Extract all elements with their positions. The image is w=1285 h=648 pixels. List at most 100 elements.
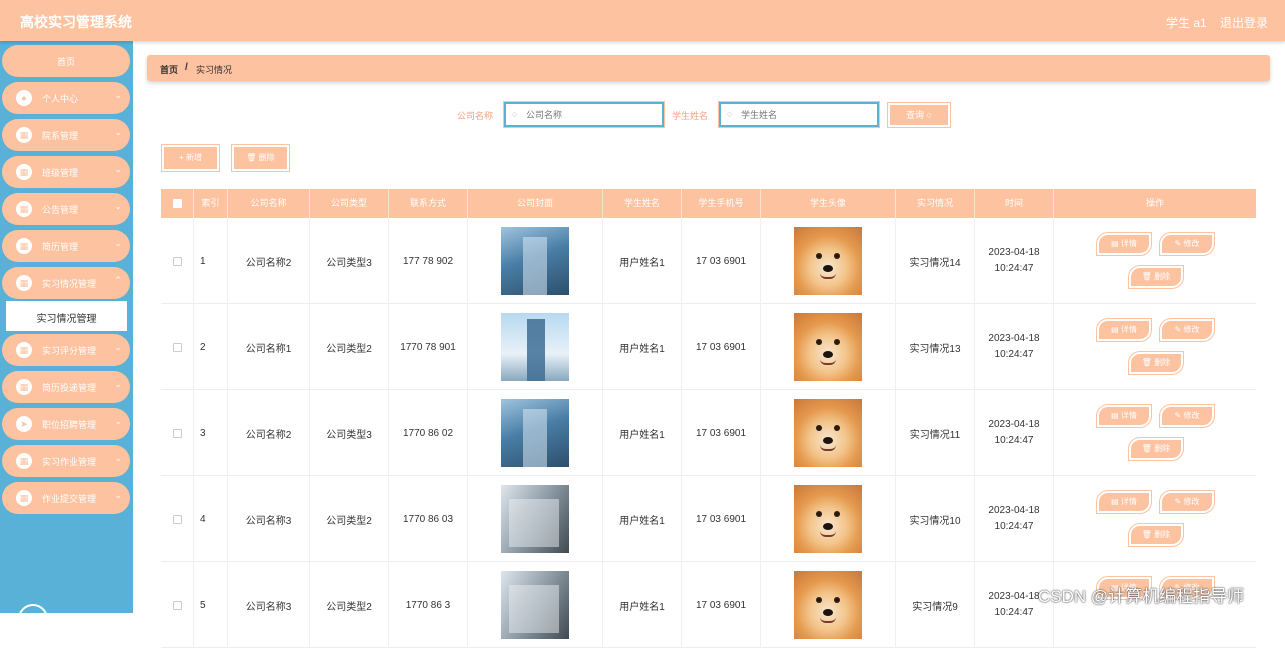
delete-button[interactable]: 🗑 删除 — [1128, 523, 1184, 547]
company-cover-image — [501, 571, 569, 639]
sidebar-item-label: 首页 — [56, 57, 75, 67]
time-cell: 2023-04-18 10:24:47 — [975, 304, 1054, 390]
student-cell: 用户姓名1 — [603, 390, 682, 476]
edit-button[interactable]: ✎ 修改 — [1159, 232, 1215, 256]
app-title: 高校实习管理系统 — [20, 14, 132, 30]
detail-button[interactable]: ▤ 详情 — [1096, 318, 1152, 342]
sidebar-item-label: 职位招聘管理 — [42, 420, 97, 430]
user-label: 学生 a1 — [1166, 16, 1207, 30]
detail-button[interactable]: ▤ 详情 — [1096, 232, 1152, 256]
sidebar: 首页 ● 个人中心 ⌄ ▦ 院系管理 ⌄ ▦ 班级管理 ⌄ ▦ 公告管理 ⌄ ▦… — [0, 41, 133, 634]
detail-button[interactable]: ▤ 详情 — [1096, 404, 1152, 428]
sidebar-item-resume[interactable]: ▦ 简历管理 ⌄ — [2, 230, 130, 262]
row-checkbox[interactable] — [172, 428, 182, 438]
row-checkbox[interactable] — [172, 514, 182, 524]
index-cell: 5 — [194, 562, 228, 648]
breadcrumb-home[interactable]: 首页 — [160, 63, 178, 76]
student-search-input[interactable] — [741, 107, 871, 123]
type-cell: 公司类型3 — [310, 218, 389, 304]
delete-button[interactable]: 🗑 删除 — [1128, 265, 1184, 289]
select-all-checkbox[interactable] — [173, 199, 182, 208]
index-cell: 4 — [194, 476, 228, 562]
chevron-down-icon: ⌄ — [114, 201, 122, 211]
avatar-cell — [761, 390, 896, 476]
company-cell: 公司名称2 — [228, 390, 310, 476]
sidebar-item-homework-submission[interactable]: ▦ 作业提交管理 ⌄ — [2, 482, 130, 514]
sidebar-item-label: 实习评分管理 — [42, 346, 97, 356]
chevron-down-icon: ⌄ — [114, 164, 122, 174]
chevron-down-icon: ⌄ — [114, 238, 122, 248]
sidebar-item-department[interactable]: ▦ 院系管理 ⌄ — [2, 119, 130, 151]
sidebar-item-label: 简历投递管理 — [42, 383, 97, 393]
sidebar-item-personal-center[interactable]: ● 个人中心 ⌄ — [2, 82, 130, 114]
header-select-all-cell — [161, 189, 194, 218]
sidebar-item-class[interactable]: ▦ 班级管理 ⌄ — [2, 156, 130, 188]
column-header: 索引 — [194, 189, 228, 218]
avatar-cell — [761, 476, 896, 562]
delete-button[interactable]: 🗑 删除 — [1128, 437, 1184, 461]
actions-cell: ▤ 详情 ✎ 修改 🗑 删除 — [1054, 476, 1256, 562]
company-cover-image — [501, 313, 569, 381]
grid-icon: ▦ — [16, 127, 32, 143]
row-select-cell — [161, 476, 194, 562]
grid-icon: ▦ — [16, 238, 32, 254]
contact-cell: 177 78 902 — [389, 218, 468, 304]
watermark: CSDN @计算机编程指导师 — [1038, 587, 1245, 606]
row-select-cell — [161, 218, 194, 304]
breadcrumb-separator: / — [185, 62, 188, 73]
table-row: 2 公司名称1 公司类型2 1770 78 901 用户姓名1 17 03 69… — [161, 304, 1256, 390]
student-cell: 用户姓名1 — [603, 304, 682, 390]
sidebar-item-label: 作业提交管理 — [42, 494, 97, 504]
circle-icon — [18, 604, 48, 634]
logout-link[interactable]: 退出登录 — [1220, 14, 1268, 31]
student-avatar — [794, 571, 862, 639]
row-select-cell — [161, 562, 194, 648]
sidebar-item-internship-status[interactable]: ▦ 实习情况管理 ⌃ — [2, 267, 130, 299]
edit-button[interactable]: ✎ 修改 — [1159, 404, 1215, 428]
avatar-cell — [761, 304, 896, 390]
status-cell: 实习情况13 — [896, 304, 975, 390]
sidebar-item-internship-homework[interactable]: ▦ 实习作业管理 ⌄ — [2, 445, 130, 477]
type-cell: 公司类型2 — [310, 304, 389, 390]
edit-button[interactable]: ✎ 修改 — [1159, 490, 1215, 514]
top-bar: 高校实习管理系统 学生 a1 退出登录 — [0, 0, 1285, 41]
column-header: 学生头像 — [761, 189, 896, 218]
user-icon: ● — [16, 90, 32, 106]
grid-icon: ▦ — [16, 490, 32, 506]
chevron-down-icon: ⌄ — [114, 90, 122, 100]
detail-button[interactable]: ▤ 详情 — [1096, 490, 1152, 514]
row-checkbox[interactable] — [172, 256, 182, 266]
chevron-down-icon: ⌄ — [114, 342, 122, 352]
contact-cell: 1770 78 901 — [389, 304, 468, 390]
add-button[interactable]: + 新增 — [161, 144, 220, 172]
sidebar-item-resume-delivery[interactable]: ▦ 简历投递管理 ⌄ — [2, 371, 130, 403]
column-header: 学生手机号 — [682, 189, 761, 218]
row-checkbox[interactable] — [172, 600, 182, 610]
grid-icon: ▦ — [16, 201, 32, 217]
edit-button[interactable]: ✎ 修改 — [1159, 318, 1215, 342]
sidebar-item-home[interactable]: 首页 — [2, 45, 130, 77]
query-button[interactable]: 查询 ○ — [887, 102, 951, 128]
avatar-cell — [761, 562, 896, 648]
submenu-item-label: 实习情况管理 — [36, 314, 97, 325]
table-row: 4 公司名称3 公司类型2 1770 86 03 用户姓名1 17 03 690… — [161, 476, 1256, 562]
batch-delete-button[interactable]: 🗑 删除 — [231, 144, 290, 172]
delete-button[interactable]: 🗑 删除 — [1128, 351, 1184, 375]
row-select-cell — [161, 304, 194, 390]
student-cell: 用户姓名1 — [603, 218, 682, 304]
sidebar-item-label: 公告管理 — [42, 205, 79, 215]
company-cell: 公司名称3 — [228, 562, 310, 648]
submenu-item-internship-status[interactable]: 实习情况管理 — [6, 301, 127, 331]
avatar-cell — [761, 218, 896, 304]
status-cell: 实习情况11 — [896, 390, 975, 476]
student-avatar — [794, 485, 862, 553]
sidebar-item-internship-score[interactable]: ▦ 实习评分管理 ⌄ — [2, 334, 130, 366]
index-cell: 2 — [194, 304, 228, 390]
company-cell: 公司名称2 — [228, 218, 310, 304]
company-search-input[interactable] — [526, 107, 656, 123]
sidebar-item-job-recruitment[interactable]: ➤ 职位招聘管理 ⌄ — [2, 408, 130, 440]
phone-cell: 17 03 6901 — [682, 476, 761, 562]
sidebar-item-notice[interactable]: ▦ 公告管理 ⌄ — [2, 193, 130, 225]
row-checkbox[interactable] — [172, 342, 182, 352]
student-avatar — [794, 313, 862, 381]
